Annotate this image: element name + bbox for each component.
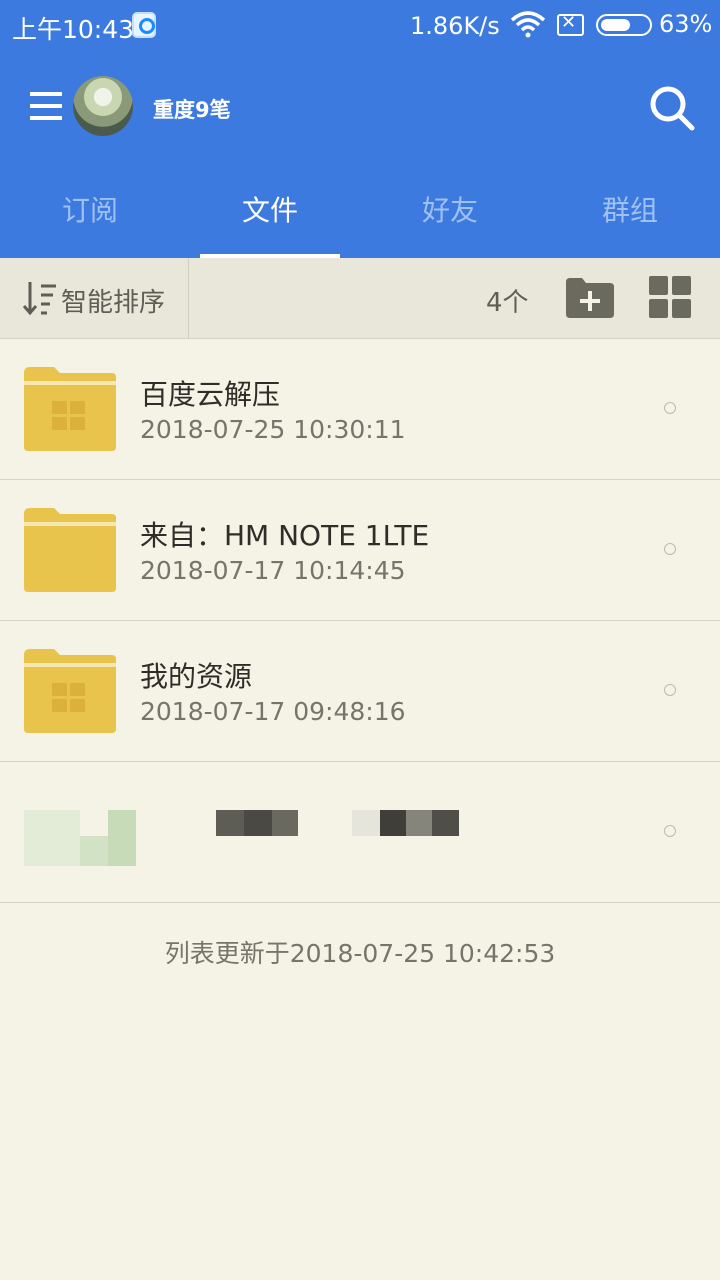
hamburger-icon[interactable]	[30, 92, 62, 120]
select-checkbox[interactable]	[664, 543, 676, 555]
file-date: 2018-07-17 09:48:16	[140, 697, 406, 726]
no-sim-icon: ✕	[557, 12, 584, 36]
wifi-icon	[510, 11, 546, 38]
list-item[interactable]: 百度云解压 2018-07-25 10:30:11	[0, 339, 720, 480]
select-checkbox[interactable]	[664, 825, 676, 837]
tab-subscribe[interactable]: 订阅	[0, 164, 180, 258]
battery-fill	[601, 19, 630, 31]
folder-icon	[24, 367, 116, 451]
file-name: 我的资源	[140, 660, 253, 693]
status-bar: 上午10:43 1.86K/s ✕ 63%	[0, 0, 720, 54]
status-time: 上午10:43	[12, 15, 135, 44]
sort-button[interactable]: 智能排序	[0, 258, 189, 339]
file-count: 4个	[486, 288, 529, 318]
file-name: 百度云解压	[140, 378, 281, 411]
grid-view-icon[interactable]	[649, 276, 691, 318]
new-folder-icon[interactable]	[566, 276, 614, 318]
file-name: 来自：HM NOTE 1LTE	[140, 519, 430, 552]
tab-files[interactable]: 文件	[180, 164, 360, 258]
tab-bar: 订阅 文件 好友 群组	[0, 164, 720, 258]
file-date: 2018-07-17 10:14:45	[140, 556, 406, 585]
notification-app-icon	[132, 12, 156, 38]
tab-groups[interactable]: 群组	[540, 164, 720, 258]
username[interactable]: 重度9笔	[153, 94, 231, 124]
app-header: 上午10:43 1.86K/s ✕ 63% 重度9笔 订阅 文件 好友 群组	[0, 0, 720, 258]
network-speed: 1.86K/s	[410, 12, 500, 40]
sort-label: 智能排序	[61, 288, 166, 318]
avatar[interactable]	[73, 76, 133, 136]
folder-icon	[24, 508, 116, 592]
sort-icon	[22, 282, 56, 316]
sort-bar: 智能排序 4个	[0, 258, 720, 339]
folder-icon	[24, 649, 116, 733]
toolbar: 重度9笔	[0, 54, 720, 164]
select-checkbox[interactable]	[664, 684, 676, 696]
battery-icon	[596, 14, 652, 36]
list-item-obscured[interactable]	[0, 762, 720, 903]
search-icon[interactable]	[648, 84, 696, 132]
list-updated-note: 列表更新于2018-07-25 10:42:53	[164, 939, 556, 968]
battery-level: 63%	[659, 10, 713, 38]
select-checkbox[interactable]	[664, 402, 676, 414]
pixelated-content	[24, 810, 464, 866]
no-sim-mark: ✕	[561, 12, 577, 33]
file-date: 2018-07-25 10:30:11	[140, 415, 406, 444]
list-item[interactable]: 来自：HM NOTE 1LTE 2018-07-17 10:14:45	[0, 480, 720, 621]
tab-friends[interactable]: 好友	[360, 164, 540, 258]
list-item[interactable]: 我的资源 2018-07-17 09:48:16	[0, 621, 720, 762]
